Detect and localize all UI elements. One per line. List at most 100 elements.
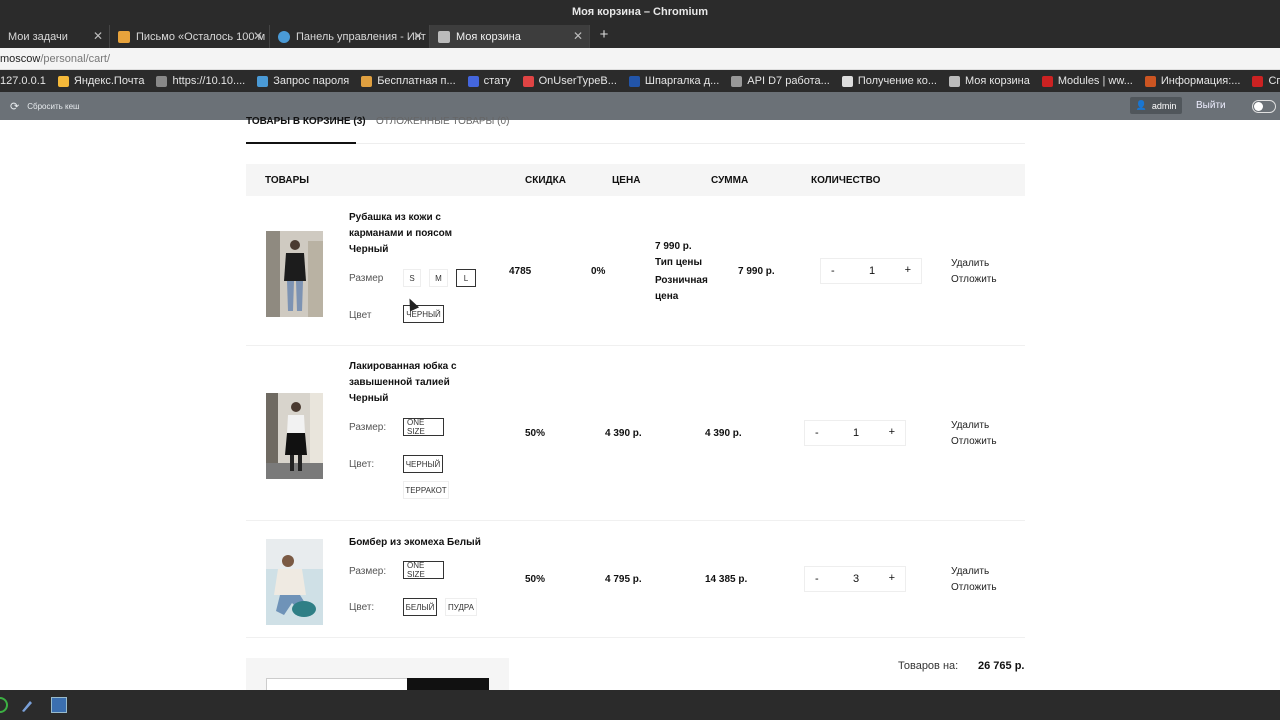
coupon-apply-button[interactable] xyxy=(407,678,489,690)
decrease-button[interactable]: - xyxy=(815,573,819,585)
delete-link[interactable]: Удалить xyxy=(951,566,989,577)
mail-icon xyxy=(118,30,130,43)
bookmark-item[interactable]: Яндекс.Почта xyxy=(57,75,145,87)
bookmark-item[interactable]: Моя корзина xyxy=(949,75,1030,87)
bookmark-label: API D7 работа... xyxy=(747,75,830,87)
admin-user-button[interactable]: 👤 admin xyxy=(1130,97,1182,114)
quantity-stepper: - 3 + xyxy=(804,566,906,592)
header-sum: СУММА xyxy=(711,175,749,186)
quantity-input[interactable]: 1 xyxy=(861,265,883,277)
total-label: Товаров на: xyxy=(898,660,959,672)
bookmark-item[interactable]: API D7 работа... xyxy=(731,75,830,87)
url-text[interactable]: moscow/personal/cart/ xyxy=(0,53,110,65)
bookmark-item[interactable]: https://10.10.... xyxy=(156,75,245,87)
bookmark-item[interactable]: Шпаргалка д... xyxy=(628,75,720,87)
product-name[interactable]: Рубашка из кожи с карманами и поясом Чер… xyxy=(349,210,469,258)
tab-tasks[interactable]: Мои задачи ✕ xyxy=(0,25,110,48)
toggle-knob xyxy=(1254,102,1263,111)
bookmark-item[interactable]: Получение ко... xyxy=(841,75,937,87)
product-extra-value: 4785 xyxy=(509,266,532,277)
discount-value: 0% xyxy=(591,266,606,277)
product-image[interactable] xyxy=(266,393,323,479)
new-tab-icon[interactable]: + xyxy=(596,27,612,43)
increase-button[interactable]: + xyxy=(889,572,895,584)
cart-table-header: ТОВАРЫ СКИДКА ЦЕНА СУММА КОЛИЧЕСТВО xyxy=(246,164,1025,196)
tab-deferred[interactable]: ОТЛОЖЕННЫЕ ТОВАРЫ (0) xyxy=(376,116,509,127)
bookmark-item[interactable]: Список товар xyxy=(1252,75,1280,87)
size-option-selected[interactable]: ONE SIZE xyxy=(403,561,444,579)
bookmark-label: Шпаргалка д... xyxy=(644,75,720,87)
close-icon[interactable]: ✕ xyxy=(93,29,103,43)
delete-link[interactable]: Удалить xyxy=(951,258,989,269)
defer-link[interactable]: Отложить xyxy=(951,582,997,593)
tab-label: Письмо «Осталось 100 м xyxy=(136,30,266,43)
decrease-button[interactable]: - xyxy=(815,427,819,439)
price-value: 4 795 р. xyxy=(605,574,642,585)
bookmark-item[interactable]: OnUserTypeB... xyxy=(522,75,617,87)
logout-button[interactable]: Выйти xyxy=(1196,100,1226,111)
defer-link[interactable]: Отложить xyxy=(951,436,997,447)
bookmark-icon xyxy=(57,75,69,87)
bookmark-label: стату xyxy=(483,75,511,87)
discount-value: 50% xyxy=(525,574,546,585)
quantity-input[interactable]: 3 xyxy=(845,573,867,585)
bookmark-icon xyxy=(1252,75,1264,87)
sum-value: 4 390 р. xyxy=(705,428,742,439)
product-name[interactable]: Лакированная юбка с завышенной талией Че… xyxy=(349,359,469,407)
bookmark-item[interactable]: Бесплатная п... xyxy=(361,75,456,87)
pen-icon[interactable] xyxy=(20,697,36,713)
reset-cache-button[interactable]: ⟳ Сбросить кеш xyxy=(10,100,79,113)
header-goods: ТОВАРЫ xyxy=(265,175,310,186)
bookmark-label: Моя корзина xyxy=(965,75,1030,87)
color-option[interactable]: ТЕРРАКОТ xyxy=(403,481,449,499)
bookmark-label: Бесплатная п... xyxy=(377,75,456,87)
address-bar[interactable]: moscow/personal/cart/ xyxy=(0,48,1280,70)
color-option-selected[interactable]: БЕЛЫЙ xyxy=(403,598,437,616)
cart-icon xyxy=(438,30,450,43)
product-name[interactable]: Бомбер из экомеха Белый xyxy=(349,535,509,551)
color-label: Цвет: xyxy=(349,459,375,470)
bookmark-item[interactable]: Информация:... xyxy=(1144,75,1240,87)
app-icon[interactable] xyxy=(0,697,8,713)
defer-link[interactable]: Отложить xyxy=(951,274,997,285)
size-option[interactable]: S xyxy=(403,269,421,287)
color-option[interactable]: ПУДРА xyxy=(445,598,477,616)
price-value: 4 390 р. xyxy=(605,428,642,439)
color-option-selected[interactable]: ЧЕРНЫЙ xyxy=(403,455,443,473)
refresh-icon: ⟳ xyxy=(10,101,20,113)
tab-control-panel[interactable]: Панель управления - Инт ✕ xyxy=(270,25,430,48)
bookmark-item[interactable]: Modules | ww... xyxy=(1041,75,1133,87)
delete-link[interactable]: Удалить xyxy=(951,420,989,431)
bookmark-item[interactable]: стату xyxy=(467,75,511,87)
size-label: Размер: xyxy=(349,422,387,433)
browser-tab-strip: Мои задачи ✕ Письмо «Осталось 100 м ✕ Па… xyxy=(0,24,1280,48)
window-icon[interactable] xyxy=(51,697,67,713)
quantity-input[interactable]: 1 xyxy=(845,427,867,439)
header-discount: СКИДКА xyxy=(525,175,566,186)
size-option-selected[interactable]: L xyxy=(456,269,476,287)
close-icon[interactable]: ✕ xyxy=(413,29,423,43)
increase-button[interactable]: + xyxy=(905,264,911,276)
bookmark-label: https://10.10.... xyxy=(172,75,246,87)
close-icon[interactable]: ✕ xyxy=(253,29,263,43)
bookmark-item[interactable]: Запрос пароля xyxy=(257,75,349,87)
product-image[interactable] xyxy=(266,231,323,317)
coupon-input[interactable] xyxy=(266,678,408,690)
price-type-value: Розничная цена xyxy=(655,275,708,302)
bookmark-label: Запрос пароля xyxy=(273,75,350,87)
size-option[interactable]: M xyxy=(429,269,448,287)
window-title: Моя корзина – Chromium xyxy=(571,6,709,18)
panel-toggle[interactable] xyxy=(1252,100,1276,113)
size-option-selected[interactable]: ONE SIZE xyxy=(403,418,444,436)
decrease-button[interactable]: - xyxy=(831,265,835,277)
bookmark-label: Яндекс.Почта xyxy=(73,75,145,87)
close-icon[interactable]: ✕ xyxy=(573,29,583,43)
product-image[interactable] xyxy=(266,539,323,625)
size-label: Размер: xyxy=(349,566,387,577)
tab-in-cart[interactable]: ТОВАРЫ В КОРЗИНЕ (3) xyxy=(246,116,366,127)
increase-button[interactable]: + xyxy=(889,426,895,438)
bookmark-item[interactable]: 127.0.0.1 xyxy=(0,75,46,87)
header-price: ЦЕНА xyxy=(612,175,641,186)
tab-mail[interactable]: Письмо «Осталось 100 м ✕ xyxy=(110,25,270,48)
tab-my-cart[interactable]: Моя корзина ✕ xyxy=(430,25,590,48)
